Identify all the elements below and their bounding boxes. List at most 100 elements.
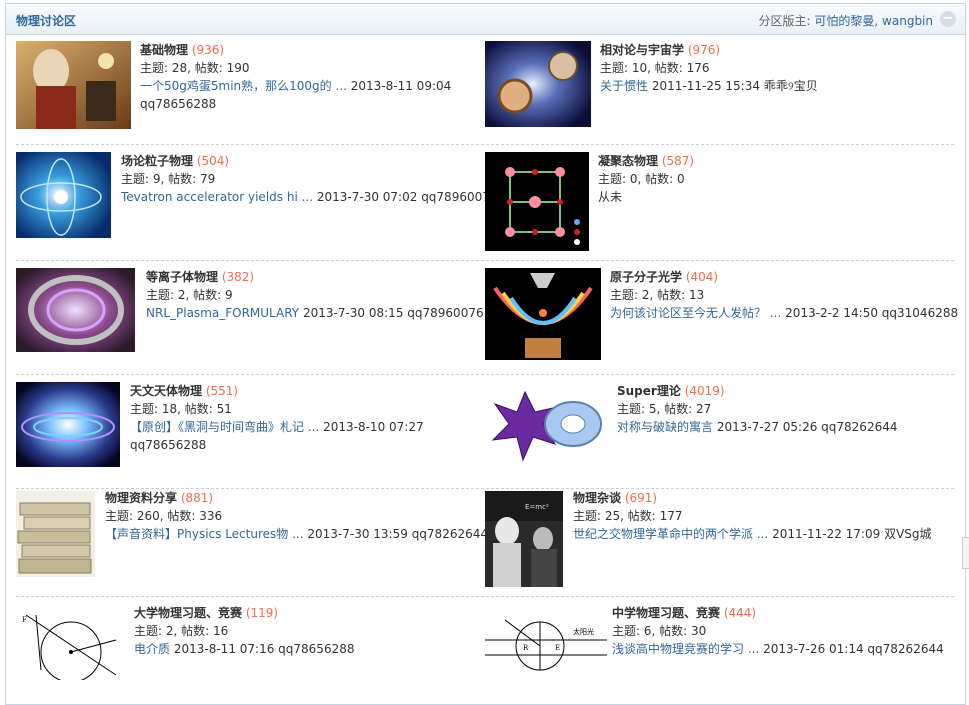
last-post-link[interactable]: 一个50g鸡蛋5min熟，那么100g的 ...	[140, 79, 347, 93]
category-title[interactable]: 物理讨论区	[16, 12, 76, 29]
forum-thumbnail[interactable]: F	[16, 610, 126, 680]
forum-name[interactable]: 凝聚态物理	[598, 154, 658, 168]
forum-thumbnail[interactable]	[485, 152, 589, 251]
last-post-user[interactable]: 双VSg城	[884, 527, 931, 541]
last-post-user[interactable]: qq78656288	[140, 97, 216, 111]
last-post: 对称与破缺的寓言 2013-7-27 05:26 qq78262644	[617, 418, 897, 436]
forum-info: Super理论 (4019) 主题: 5, 帖数: 27 对称与破缺的寓言 20…	[617, 382, 897, 436]
moderator-link[interactable]: wangbin	[882, 14, 933, 28]
last-post-link[interactable]: 【原创】《黑洞与时间弯曲》札记 ...	[130, 420, 319, 434]
last-post-user[interactable]: qq78960076	[407, 306, 483, 320]
forum-name[interactable]: 原子分子光学	[610, 270, 682, 284]
forum-name[interactable]: 天文天体物理	[130, 384, 202, 398]
forum-today-count: (936)	[191, 43, 225, 57]
forum-info: 凝聚态物理 (587) 主题: 0, 帖数: 0 从未	[598, 152, 694, 206]
last-post-user[interactable]: qq78262644	[821, 420, 897, 434]
forum-today-count: (551)	[205, 384, 239, 398]
forum-row: F 大学物理习题、竞赛 (119) 主题: 2, 帖数: 16 电介质 2013…	[16, 604, 954, 704]
forum-row: 等离子体物理 (382) 主题: 2, 帖数: 9 NRL_Plasma_FOR…	[16, 268, 958, 375]
last-post-link[interactable]: 关于惯性	[600, 79, 648, 93]
forum-thumbnail[interactable]	[16, 41, 131, 129]
last-post: 浅谈高中物理竞赛的学习 ... 2013-7-26 01:14 qq782626…	[612, 640, 944, 658]
forum-row: 基础物理 (936) 主题: 28, 帖数: 190 一个50g鸡蛋5min熟，…	[16, 41, 954, 145]
forum-stats: 主题: 6, 帖数: 30	[612, 624, 707, 638]
forum-name[interactable]: 等离子体物理	[146, 270, 218, 284]
forum-info: 大学物理习题、竞赛 (119) 主题: 2, 帖数: 16 电介质 2013-8…	[134, 604, 354, 658]
svg-text:R: R	[523, 644, 529, 652]
last-post: 一个50g鸡蛋5min熟，那么100g的 ... 2013-8-11 09:04	[140, 77, 451, 95]
forum-category-panel: 物理讨论区 分区版主: 可怕的黎曼, wangbin − 基础物理 (936) …	[5, 3, 966, 705]
last-post: 【声音资料】Physics Lectures物 ... 2013-7-30 13…	[105, 525, 488, 543]
forum-today-count: (587)	[661, 154, 695, 168]
forum-name[interactable]: 基础物理	[140, 43, 188, 57]
forum-thumbnail[interactable]	[485, 268, 601, 360]
moderator-link[interactable]: 可怕的黎曼	[814, 14, 874, 28]
forum-name[interactable]: 中学物理习题、竞赛	[612, 606, 720, 620]
last-post: 关于惯性 2011-11-25 15:34 乖乖୨宝贝	[600, 77, 818, 95]
forum-today-count: (881)	[180, 491, 214, 505]
svg-text:太阳光: 太阳光	[573, 627, 594, 636]
last-post-link[interactable]: 浅谈高中物理竞赛的学习 ...	[612, 642, 759, 656]
last-post-user[interactable]: qq78262644	[412, 527, 488, 541]
last-post-user[interactable]: qq78656288	[130, 438, 206, 452]
forum-stats: 主题: 260, 帖数: 336	[105, 509, 223, 523]
last-post-time: 2013-7-30 13:59	[307, 527, 408, 541]
forum-name[interactable]: 大学物理习题、竞赛	[134, 606, 242, 620]
forum-stats: 主题: 25, 帖数: 177	[573, 509, 683, 523]
forum-thumbnail[interactable]: 太阳光 R E	[485, 610, 607, 672]
forum-name[interactable]: 相对论与宇宙学	[600, 43, 684, 57]
last-post-user[interactable]: qq78656288	[278, 642, 354, 656]
forum-thumbnail[interactable]	[16, 152, 111, 238]
forum-name[interactable]: 物理资料分享	[105, 491, 177, 505]
last-post-link[interactable]: 为何该讨论区至今无人发帖？ ...	[610, 306, 781, 320]
last-post: 从未	[598, 188, 694, 206]
moderators-info: 分区版主: 可怕的黎曼, wangbin	[758, 14, 933, 28]
forum-thumbnail[interactable]	[16, 491, 95, 577]
last-post-user[interactable]: qq31046288	[882, 306, 958, 320]
last-post: 电介质 2013-8-11 07:16 qq78656288	[134, 640, 354, 658]
forum-name[interactable]: 物理杂谈	[573, 491, 621, 505]
last-post-user[interactable]: qq78262644	[867, 642, 943, 656]
last-post-time: 2013-7-30 08:15	[302, 306, 404, 320]
last-post-user[interactable]: 乖乖୨宝贝	[764, 79, 818, 93]
svg-text:E: E	[555, 644, 560, 652]
svg-text:E=mc²: E=mc²	[525, 503, 549, 511]
forum-thumbnail[interactable]	[16, 382, 120, 467]
forum-info: 场论粒子物理 (504) 主题: 9, 帖数: 79 Tevatron acce…	[121, 152, 498, 206]
last-post: 为何该讨论区至今无人发帖？ ... 2013-2-2 14:50 qq31046…	[610, 304, 958, 322]
forum-name[interactable]: Super理论	[617, 384, 681, 398]
last-post-time: 2013-7-27 05:26	[716, 420, 818, 434]
forum-today-count: (404)	[685, 270, 719, 284]
last-post-link[interactable]: 世纪之交物理学革命中的两个学派 ...	[573, 527, 768, 541]
last-post-link[interactable]: NRL_Plasma_FORMULARY	[146, 306, 299, 320]
forum-info: 相对论与宇宙学 (976) 主题: 10, 帖数: 176 关于惯性 2011-…	[600, 41, 818, 95]
last-post-time: 2013-2-2 14:50	[785, 306, 878, 320]
category-header: 物理讨论区 分区版主: 可怕的黎曼, wangbin −	[6, 4, 965, 35]
forum-thumbnail[interactable]: E=mc²	[485, 491, 563, 587]
last-post-link[interactable]: Tevatron accelerator yields hi ...	[121, 190, 313, 204]
last-post-time: 2011-11-22 17:09	[772, 527, 881, 541]
forum-stats: 主题: 0, 帖数: 0	[598, 172, 685, 186]
forum-today-count: (119)	[245, 606, 279, 620]
last-post-time: 从未	[598, 190, 623, 204]
forum-stats: 主题: 18, 帖数: 51	[130, 402, 232, 416]
forum-info: 物理杂谈 (691) 主题: 25, 帖数: 177 世纪之交物理学革命中的两个…	[573, 489, 932, 543]
forum-thumbnail[interactable]	[485, 41, 591, 127]
forum-info: 天文天体物理 (551) 主题: 18, 帖数: 51 【原创】《黑洞与时间弯曲…	[130, 382, 424, 454]
forum-thumbnail[interactable]	[16, 268, 135, 352]
forum-today-count: (976)	[687, 43, 721, 57]
forum-stats: 主题: 9, 帖数: 79	[121, 172, 216, 186]
last-post-link[interactable]: 电介质	[134, 642, 170, 656]
last-post: NRL_Plasma_FORMULARY 2013-7-30 08:15 qq7…	[146, 304, 484, 322]
minus-circle-icon[interactable]: −	[940, 11, 956, 27]
last-post-time: 2011-11-25 15:34	[651, 79, 760, 93]
forum-info: 中学物理习题、竞赛 (444) 主题: 6, 帖数: 30 浅谈高中物理竞赛的学…	[612, 604, 944, 658]
forum-stats: 主题: 2, 帖数: 16	[134, 624, 229, 638]
page-side-handle[interactable]	[962, 537, 969, 569]
last-post-link[interactable]: 【声音资料】Physics Lectures物 ...	[105, 527, 304, 541]
forum-name[interactable]: 场论粒子物理	[121, 154, 193, 168]
forum-info: 物理资料分享 (881) 主题: 260, 帖数: 336 【声音资料】Phys…	[105, 489, 488, 543]
forum-row: 天文天体物理 (551) 主题: 18, 帖数: 51 【原创】《黑洞与时间弯曲…	[16, 382, 954, 489]
last-post-link[interactable]: 对称与破缺的寓言	[617, 420, 713, 434]
forum-thumbnail[interactable]	[485, 382, 608, 468]
